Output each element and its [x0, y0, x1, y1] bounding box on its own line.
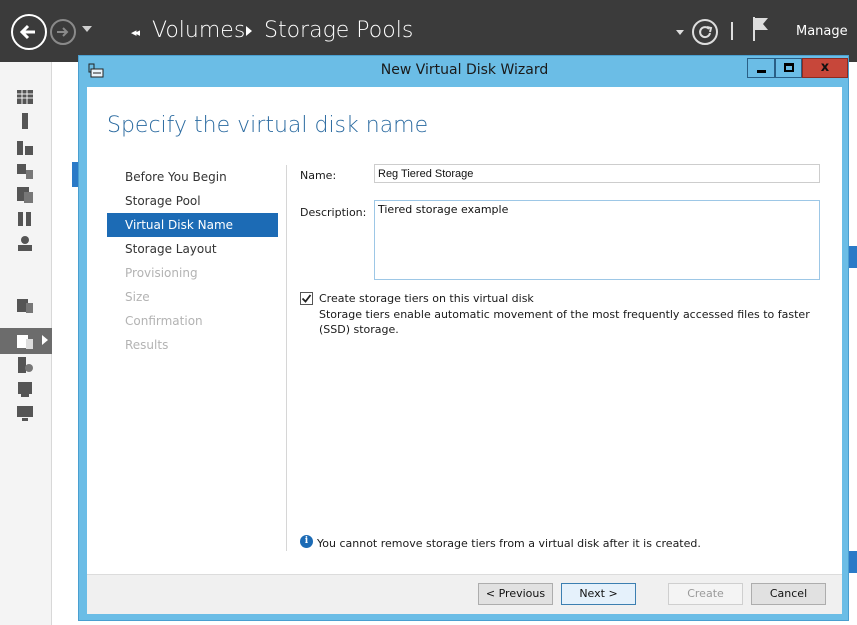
- previous-button[interactable]: < Previous: [478, 583, 553, 605]
- background-selection-strip: [849, 246, 857, 268]
- back-arrow-icon: [19, 24, 35, 40]
- dialog-title: New Virtual Disk Wizard: [380, 62, 549, 78]
- server-manager-header: ◂◂ Volumes Storage Pools Manage: [0, 0, 857, 62]
- name-field[interactable]: [374, 164, 820, 183]
- hyper-v-icon[interactable]: [16, 296, 34, 314]
- create-button: Create: [668, 583, 743, 605]
- ad-ds-icon[interactable]: [16, 162, 34, 180]
- wizard-footer: < Previous Next > Create Cancel: [87, 574, 842, 614]
- step-confirmation: Confirmation: [125, 314, 203, 328]
- step-results: Results: [125, 338, 169, 352]
- forward-arrow-icon: [57, 27, 69, 37]
- toolbar-divider: [731, 22, 733, 40]
- checkmark-icon: [301, 294, 312, 303]
- storage-tiers-checkbox-label[interactable]: Create storage tiers on this virtual dis…: [319, 292, 534, 305]
- forward-button[interactable]: [50, 19, 76, 45]
- description-label: Description:: [300, 206, 367, 219]
- step-size: Size: [125, 290, 150, 304]
- step-virtual-disk-name[interactable]: Virtual Disk Name: [107, 213, 278, 237]
- remote-access-icon[interactable]: [16, 404, 34, 422]
- storage-tiers-checkbox[interactable]: [300, 292, 313, 305]
- maximize-icon: [784, 63, 794, 72]
- back-button[interactable]: [11, 14, 47, 50]
- iis-icon[interactable]: [16, 356, 34, 374]
- expand-arrow-icon[interactable]: [42, 335, 48, 345]
- name-label: Name:: [300, 169, 337, 182]
- file-storage-services-icon[interactable]: [16, 332, 34, 350]
- refresh-icon[interactable]: [692, 19, 718, 45]
- step-before-you-begin[interactable]: Before You Begin: [107, 165, 278, 189]
- breadcrumb-storage-pools[interactable]: Storage Pools: [264, 18, 413, 43]
- new-virtual-disk-wizard: New Virtual Disk Wizard x Specify the vi…: [78, 55, 849, 621]
- maximize-button[interactable]: [775, 58, 802, 78]
- info-icon: i: [300, 535, 313, 548]
- wizard-body: Specify the virtual disk name Before You…: [87, 87, 842, 574]
- info-message: You cannot remove storage tiers from a v…: [317, 537, 701, 550]
- history-dropdown-icon[interactable]: [82, 26, 92, 32]
- refresh-dropdown-icon[interactable]: [676, 30, 684, 35]
- close-button[interactable]: x: [802, 58, 848, 78]
- minimize-icon: [757, 70, 766, 73]
- breadcrumb-volumes[interactable]: Volumes: [152, 18, 245, 43]
- local-server-icon[interactable]: [16, 112, 34, 130]
- minimize-button[interactable]: [747, 58, 775, 78]
- print-services-icon[interactable]: [16, 380, 34, 398]
- steps-divider: [286, 165, 287, 551]
- page-title: Specify the virtual disk name: [107, 113, 429, 138]
- close-icon: x: [820, 60, 830, 75]
- services-icon[interactable]: [16, 234, 34, 252]
- left-navigation: [0, 62, 52, 625]
- breadcrumb-separator-icon: [246, 26, 252, 36]
- step-provisioning: Provisioning: [125, 266, 198, 280]
- notifications-flag-icon[interactable]: [752, 16, 770, 42]
- next-button[interactable]: Next >: [561, 583, 636, 605]
- dashboard-icon[interactable]: [16, 88, 34, 106]
- tools-icon[interactable]: [16, 210, 34, 228]
- manage-menu[interactable]: Manage: [796, 24, 848, 39]
- description-field[interactable]: Tiered storage example: [374, 200, 820, 280]
- dns-icon[interactable]: [16, 186, 34, 204]
- step-storage-pool[interactable]: Storage Pool: [107, 189, 278, 213]
- background-selection-strip: [849, 551, 857, 573]
- all-servers-icon[interactable]: [16, 138, 34, 156]
- step-storage-layout[interactable]: Storage Layout: [107, 237, 278, 261]
- breadcrumb-overflow-icon[interactable]: ◂◂: [131, 26, 140, 39]
- cancel-button[interactable]: Cancel: [751, 583, 826, 605]
- storage-tiers-description: Storage tiers enable automatic movement …: [319, 308, 810, 336]
